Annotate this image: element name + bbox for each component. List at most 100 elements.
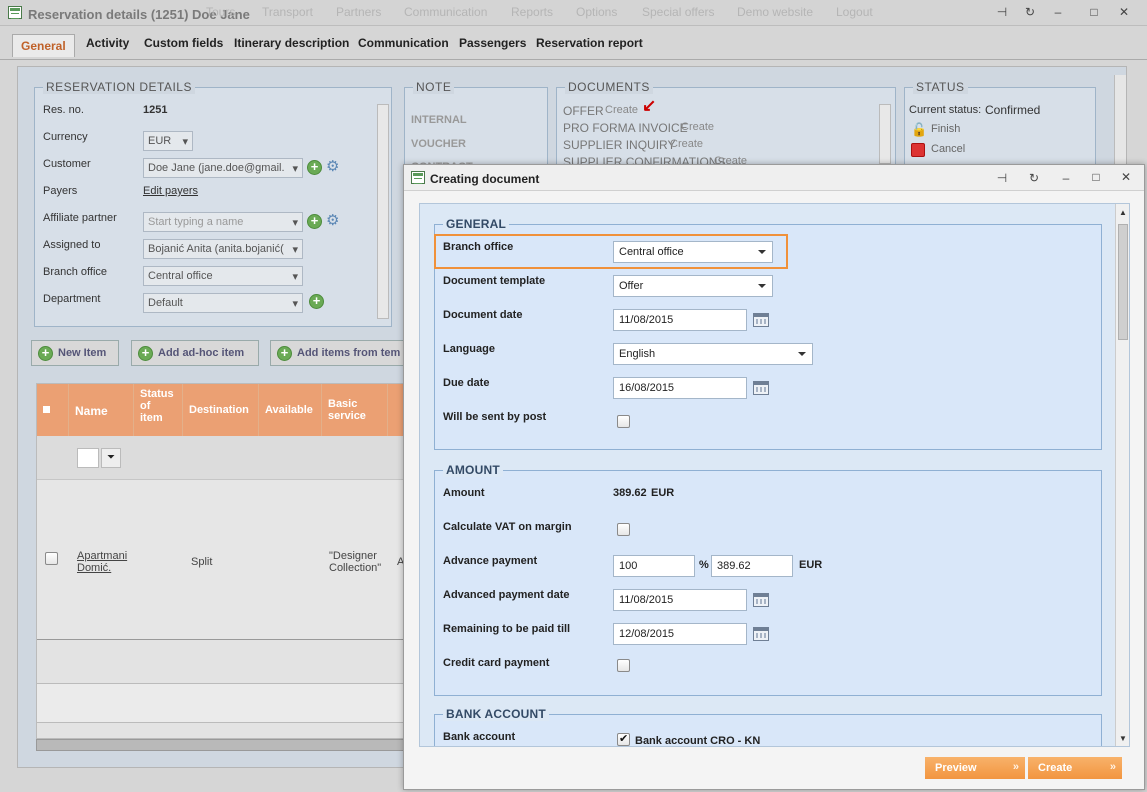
current-status-value: Confirmed <box>985 103 1041 117</box>
branch-label: Branch office <box>43 266 108 278</box>
document-date-label: Document date <box>443 309 523 321</box>
vat-margin-label: Calculate VAT on margin <box>443 521 572 533</box>
document-icon <box>411 171 425 184</box>
minimize-icon[interactable]: – <box>1050 5 1066 19</box>
refresh-icon[interactable]: ↻ <box>1022 5 1038 19</box>
menu-transport[interactable]: Transport <box>262 5 313 19</box>
maximize-icon[interactable]: □ <box>1088 170 1104 184</box>
menu-demo-website[interactable]: Demo website <box>737 5 813 19</box>
edit-payers-link[interactable]: Edit payers <box>143 185 198 197</box>
menu-special-offers[interactable]: Special offers <box>642 5 715 19</box>
tab-passengers[interactable]: Passengers <box>459 36 526 50</box>
pin-icon[interactable]: ⊣ <box>994 5 1010 19</box>
calendar-icon[interactable] <box>753 593 769 607</box>
plus-icon: + <box>38 346 53 361</box>
table-hscrollbar[interactable] <box>36 739 404 751</box>
remaining-date-input[interactable]: 12/08/2015 <box>613 623 747 645</box>
add-affiliate-icon[interactable]: + <box>307 214 322 229</box>
new-item-button[interactable]: + New Item <box>31 340 119 366</box>
cancel-link[interactable]: Cancel <box>931 143 965 155</box>
bank-account-legend: BANK ACCOUNT <box>443 707 549 721</box>
department-select[interactable]: Default <box>143 293 303 313</box>
add-department-icon[interactable]: + <box>309 294 324 309</box>
cancel-icon <box>911 143 925 157</box>
doc-proforma-create[interactable]: Create <box>681 121 714 133</box>
filter-icon[interactable]: ⏷ <box>101 448 121 468</box>
scroll-up-icon[interactable]: ▲ <box>1119 208 1127 217</box>
add-adhoc-button[interactable]: + Add ad-hoc item <box>131 340 259 366</box>
close-icon[interactable]: ✕ <box>1118 170 1134 184</box>
table-row[interactable]: Apartmani Domić. Split "Designer Collect… <box>37 480 403 640</box>
language-label: Language <box>443 343 495 355</box>
language-select[interactable]: English <box>613 343 813 365</box>
advance-currency: EUR <box>799 559 823 571</box>
finish-link[interactable]: Finish <box>931 123 960 135</box>
document-template-select[interactable]: Offer <box>613 275 773 297</box>
note-voucher[interactable]: VOUCHER <box>411 138 466 150</box>
maximize-icon[interactable]: □ <box>1086 5 1102 19</box>
preview-button[interactable]: Preview » <box>925 757 1025 779</box>
due-date-input[interactable]: 16/08/2015 <box>613 377 747 399</box>
current-status-label: Current status: <box>909 104 982 116</box>
gear-icon[interactable]: ⚙ <box>326 159 339 174</box>
calendar-icon[interactable] <box>753 627 769 641</box>
tab-custom-fields[interactable]: Custom fields <box>144 36 223 50</box>
minimize-icon[interactable]: – <box>1058 171 1074 185</box>
menu-logout[interactable]: Logout <box>836 5 873 19</box>
affiliate-input[interactable]: Start typing a name <box>143 212 303 232</box>
assigned-label: Assigned to <box>43 239 101 251</box>
credit-card-checkbox[interactable] <box>617 659 630 672</box>
advance-percent-input[interactable]: 100 <box>613 555 695 577</box>
calendar-icon[interactable] <box>753 381 769 395</box>
scrollbar-thumb[interactable] <box>1118 224 1128 340</box>
customer-select[interactable]: Doe Jane (jane.doe@gmail. <box>143 158 303 178</box>
pin-icon[interactable]: ⊣ <box>994 171 1010 185</box>
menu-reports[interactable]: Reports <box>511 5 553 19</box>
add-items-template-button[interactable]: + Add items from tem <box>270 340 404 366</box>
scroll-down-icon[interactable]: ▼ <box>1119 734 1127 743</box>
menu-options[interactable]: Options <box>576 5 617 19</box>
vat-margin-checkbox[interactable] <box>617 523 630 536</box>
refresh-icon[interactable]: ↻ <box>1026 171 1042 185</box>
dialog-scrollbar[interactable]: ▲ ▼ <box>1115 204 1129 746</box>
tab-itinerary-description[interactable]: Itinerary description <box>234 36 349 50</box>
plus-icon: + <box>138 346 153 361</box>
advance-date-input[interactable]: 11/08/2015 <box>613 589 747 611</box>
tab-communication[interactable]: Communication <box>358 36 449 50</box>
menu-tours[interactable]: Tours <box>206 5 235 19</box>
col-status[interactable]: Status of item <box>134 384 183 436</box>
col-name[interactable]: Name <box>69 384 134 436</box>
documents-scrollbar[interactable] <box>879 104 891 164</box>
tab-activity[interactable]: Activity <box>86 36 129 50</box>
doc-offer: OFFER <box>563 104 604 118</box>
doc-offer-create[interactable]: Create <box>605 104 638 116</box>
details-scrollbar[interactable] <box>377 104 389 319</box>
col-available[interactable]: Available <box>259 384 322 436</box>
row-checkbox[interactable] <box>45 552 58 565</box>
doc-supplier-inquiry-create[interactable]: Create <box>670 138 703 150</box>
branch-select[interactable]: Central office <box>143 266 303 286</box>
note-internal[interactable]: INTERNAL <box>411 114 467 126</box>
close-icon[interactable]: ✕ <box>1116 5 1132 19</box>
credit-card-label: Credit card payment <box>443 657 550 669</box>
menu-partners[interactable]: Partners <box>336 5 381 19</box>
col-destination[interactable]: Destination <box>183 384 259 436</box>
sent-by-post-checkbox[interactable] <box>617 415 630 428</box>
create-button[interactable]: Create » <box>1028 757 1122 779</box>
tab-general[interactable]: General <box>12 34 75 57</box>
dialog-title-bar: Creating document ⊣ ↻ – □ ✕ <box>404 165 1144 191</box>
currency-select[interactable]: EUR <box>143 131 193 151</box>
row-name-link[interactable]: Apartmani Domić. <box>77 550 133 574</box>
filter-input[interactable] <box>77 448 99 468</box>
calendar-icon[interactable] <box>753 313 769 327</box>
document-date-input[interactable]: 11/08/2015 <box>613 309 747 331</box>
add-customer-icon[interactable]: + <box>307 160 322 175</box>
assigned-select[interactable]: Bojanić Anita (anita.bojanić( <box>143 239 303 259</box>
col-basic-service[interactable]: Basic service <box>322 384 388 436</box>
menu-communication[interactable]: Communication <box>404 5 487 19</box>
gear-icon[interactable]: ⚙ <box>326 213 339 228</box>
bank-account-checkbox[interactable] <box>617 732 630 746</box>
tab-reservation-report[interactable]: Reservation report <box>536 36 643 50</box>
advance-value-input[interactable]: 389.62 <box>711 555 793 577</box>
select-all-checkbox[interactable] <box>37 384 69 436</box>
